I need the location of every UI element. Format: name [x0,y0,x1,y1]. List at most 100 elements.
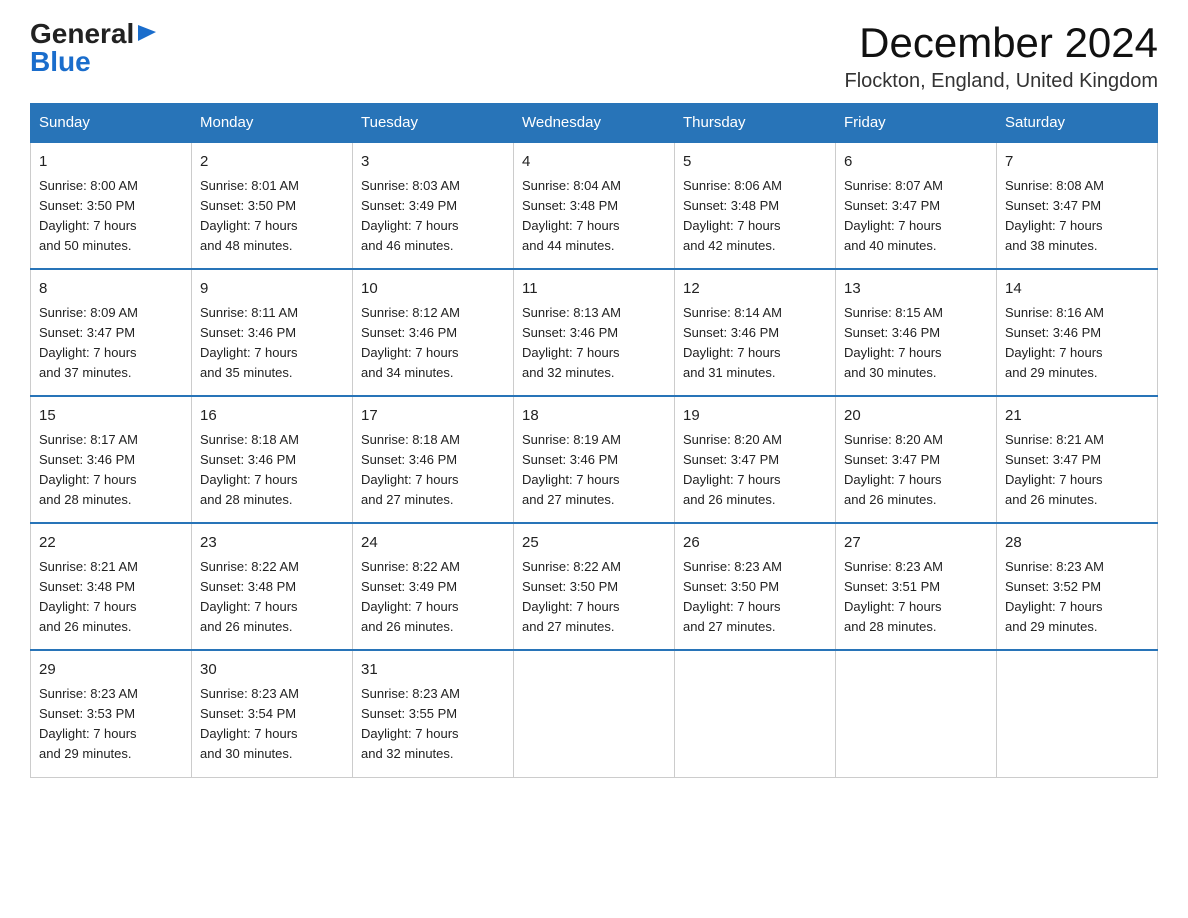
day-number: 4 [522,151,666,174]
calendar-week-row: 22 Sunrise: 8:21 AMSunset: 3:48 PMDayligh… [31,523,1158,650]
calendar-week-row: 15Sunrise: 8:17 AMSunset: 3:46 PMDayligh… [31,396,1158,523]
day-info: Sunrise: 8:14 AMSunset: 3:46 PMDaylight:… [683,305,782,380]
day-info: Sunrise: 8:18 AMSunset: 3:46 PMDaylight:… [200,432,299,507]
day-number: 23 [200,532,344,555]
day-number: 20 [844,405,988,428]
day-number: 21 [1005,405,1149,428]
table-row: 1 Sunrise: 8:00 AMSunset: 3:50 PMDaylight… [31,142,192,269]
day-number: 30 [200,659,344,682]
table-row: 27 Sunrise: 8:23 AMSunset: 3:51 PMDayligh… [836,523,997,650]
day-number: 14 [1005,278,1149,301]
day-info: Sunrise: 8:15 AMSunset: 3:46 PMDaylight:… [844,305,943,380]
table-row: 21 Sunrise: 8:21 AMSunset: 3:47 PMDayligh… [997,396,1158,523]
table-row [514,650,675,777]
day-number: 11 [522,278,666,301]
day-info: Sunrise: 8:23 AMSunset: 3:53 PMDaylight:… [39,686,138,761]
table-row: 18Sunrise: 8:19 AMSunset: 3:46 PMDayligh… [514,396,675,523]
header-thursday: Thursday [675,104,836,143]
table-row: 17 Sunrise: 8:18 AMSunset: 3:46 PMDayligh… [353,396,514,523]
day-number: 1 [39,151,183,174]
day-number: 27 [844,532,988,555]
header-monday: Monday [192,104,353,143]
table-row: 29 Sunrise: 8:23 AMSunset: 3:53 PMDayligh… [31,650,192,777]
logo-arrow-icon [136,21,158,43]
title-section: December 2024 Flockton, England, United … [844,20,1158,93]
day-info: Sunrise: 8:12 AMSunset: 3:46 PMDaylight:… [361,305,460,380]
calendar-table: Sunday Monday Tuesday Wednesday Thursday… [30,103,1158,777]
day-info: Sunrise: 8:23 AMSunset: 3:52 PMDaylight:… [1005,559,1104,634]
day-number: 6 [844,151,988,174]
day-number: 13 [844,278,988,301]
day-info: Sunrise: 8:20 AMSunset: 3:47 PMDaylight:… [844,432,943,507]
table-row: 12 Sunrise: 8:14 AMSunset: 3:46 PMDayligh… [675,269,836,396]
table-row: 31 Sunrise: 8:23 AMSunset: 3:55 PMDayligh… [353,650,514,777]
day-info: Sunrise: 8:23 AMSunset: 3:55 PMDaylight:… [361,686,460,761]
day-info: Sunrise: 8:18 AMSunset: 3:46 PMDaylight:… [361,432,460,507]
day-number: 16 [200,405,344,428]
day-number: 5 [683,151,827,174]
table-row: 7Sunrise: 8:08 AMSunset: 3:47 PMDaylight… [997,142,1158,269]
day-number: 18 [522,405,666,428]
day-info: Sunrise: 8:23 AMSunset: 3:54 PMDaylight:… [200,686,299,761]
day-info: Sunrise: 8:11 AMSunset: 3:46 PMDaylight:… [200,305,298,380]
day-info: Sunrise: 8:22 AMSunset: 3:50 PMDaylight:… [522,559,621,634]
day-info: Sunrise: 8:22 AMSunset: 3:49 PMDaylight:… [361,559,460,634]
day-number: 26 [683,532,827,555]
day-number: 19 [683,405,827,428]
logo: General Blue [30,20,158,76]
header-saturday: Saturday [997,104,1158,143]
table-row: 13 Sunrise: 8:15 AMSunset: 3:46 PMDayligh… [836,269,997,396]
table-row: 20 Sunrise: 8:20 AMSunset: 3:47 PMDayligh… [836,396,997,523]
table-row: 30 Sunrise: 8:23 AMSunset: 3:54 PMDayligh… [192,650,353,777]
table-row: 6Sunrise: 8:07 AMSunset: 3:47 PMDaylight… [836,142,997,269]
day-number: 29 [39,659,183,682]
table-row: 28 Sunrise: 8:23 AMSunset: 3:52 PMDayligh… [997,523,1158,650]
day-info: Sunrise: 8:06 AMSunset: 3:48 PMDaylight:… [683,178,782,253]
table-row: 19 Sunrise: 8:20 AMSunset: 3:47 PMDayligh… [675,396,836,523]
day-info: Sunrise: 8:21 AMSunset: 3:48 PMDaylight:… [39,559,138,634]
day-info: Sunrise: 8:17 AMSunset: 3:46 PMDaylight:… [39,432,138,507]
day-number: 24 [361,532,505,555]
day-info: Sunrise: 8:23 AMSunset: 3:51 PMDaylight:… [844,559,943,634]
day-info: Sunrise: 8:00 AMSunset: 3:50 PMDaylight:… [39,178,138,253]
table-row: 14Sunrise: 8:16 AMSunset: 3:46 PMDayligh… [997,269,1158,396]
table-row: 22 Sunrise: 8:21 AMSunset: 3:48 PMDayligh… [31,523,192,650]
location: Flockton, England, United Kingdom [844,70,1158,93]
table-row: 24 Sunrise: 8:22 AMSunset: 3:49 PMDayligh… [353,523,514,650]
day-number: 12 [683,278,827,301]
logo-general: General [30,20,134,48]
day-number: 28 [1005,532,1149,555]
table-row [997,650,1158,777]
day-info: Sunrise: 8:13 AMSunset: 3:46 PMDaylight:… [522,305,621,380]
calendar-week-row: 1 Sunrise: 8:00 AMSunset: 3:50 PMDaylight… [31,142,1158,269]
table-row: 10Sunrise: 8:12 AMSunset: 3:46 PMDayligh… [353,269,514,396]
table-row: 15Sunrise: 8:17 AMSunset: 3:46 PMDayligh… [31,396,192,523]
table-row: 8 Sunrise: 8:09 AMSunset: 3:47 PMDaylight… [31,269,192,396]
day-info: Sunrise: 8:01 AMSunset: 3:50 PMDaylight:… [200,178,299,253]
page-header: General Blue December 2024 Flockton, Eng… [30,20,1158,93]
header-tuesday: Tuesday [353,104,514,143]
header-wednesday: Wednesday [514,104,675,143]
day-number: 25 [522,532,666,555]
table-row: 4Sunrise: 8:04 AMSunset: 3:48 PMDaylight… [514,142,675,269]
table-row: 5 Sunrise: 8:06 AMSunset: 3:48 PMDaylight… [675,142,836,269]
table-row: 3Sunrise: 8:03 AMSunset: 3:49 PMDaylight… [353,142,514,269]
day-number: 17 [361,405,505,428]
day-number: 31 [361,659,505,682]
day-number: 2 [200,151,344,174]
calendar-week-row: 29 Sunrise: 8:23 AMSunset: 3:53 PMDayligh… [31,650,1158,777]
day-info: Sunrise: 8:21 AMSunset: 3:47 PMDaylight:… [1005,432,1104,507]
logo-blue: Blue [30,48,91,76]
weekday-header-row: Sunday Monday Tuesday Wednesday Thursday… [31,104,1158,143]
day-info: Sunrise: 8:03 AMSunset: 3:49 PMDaylight:… [361,178,460,253]
day-number: 8 [39,278,183,301]
day-info: Sunrise: 8:20 AMSunset: 3:47 PMDaylight:… [683,432,782,507]
day-number: 7 [1005,151,1149,174]
day-number: 9 [200,278,344,301]
day-number: 22 [39,532,183,555]
table-row [836,650,997,777]
table-row: 26Sunrise: 8:23 AMSunset: 3:50 PMDayligh… [675,523,836,650]
day-info: Sunrise: 8:09 AMSunset: 3:47 PMDaylight:… [39,305,138,380]
table-row: 16 Sunrise: 8:18 AMSunset: 3:46 PMDayligh… [192,396,353,523]
calendar-week-row: 8 Sunrise: 8:09 AMSunset: 3:47 PMDaylight… [31,269,1158,396]
